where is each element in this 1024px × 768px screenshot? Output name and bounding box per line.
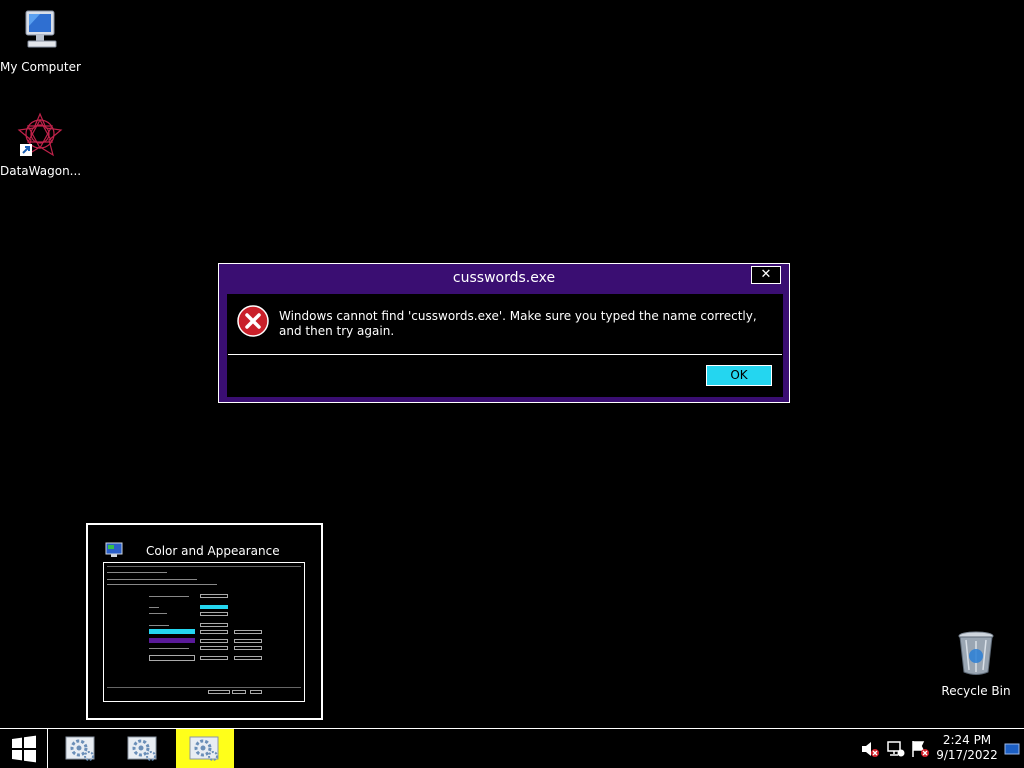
desktop-icon-label: My Computer [0,60,81,74]
dialog-titlebar[interactable]: cusswords.exe ✕ [219,264,789,294]
clock-time: 2:24 PM [942,733,992,747]
dialog-message-area: Windows cannot find 'cusswords.exe'. Mak… [228,295,782,355]
dialog-title: cusswords.exe [452,270,556,286]
desktop-icon-label: DataWagon... [0,164,82,178]
thumbnail-title: Color and Appearance [146,544,280,558]
recycle-bin-icon [958,631,994,675]
color-appearance-icon [105,542,123,557]
computer-icon [25,10,57,48]
desktop-icon-label: Recycle Bin [941,684,1011,698]
dialog-body: Windows cannot find 'cusswords.exe'. Mak… [227,294,783,397]
settings-icon [189,736,219,761]
datawagon-icon [17,112,63,157]
error-icon [237,305,269,337]
taskbar: 2:24 PM 9/17/2022 [0,728,1024,768]
network-icon[interactable] [886,740,906,758]
dialog-message: Windows cannot find 'cusswords.exe'. Mak… [279,309,757,338]
ok-button[interactable]: OK [706,365,772,386]
start-button[interactable] [0,729,48,768]
desktop-icon-datawagon[interactable]: DataWagon... [0,112,82,178]
action-center-flag-icon[interactable] [910,740,930,758]
thumbnail-window-preview [103,562,305,702]
volume-muted-icon[interactable] [860,740,880,758]
windows-logo-icon [12,735,36,763]
taskbar-button-1[interactable] [52,729,110,768]
taskbar-button-3-active[interactable] [176,729,234,768]
close-button[interactable]: ✕ [751,266,781,284]
error-dialog: cusswords.exe ✕ Windows cannot find 'cus… [218,263,790,403]
show-desktop-icon[interactable] [1004,743,1020,755]
desktop-icon-recycle-bin[interactable]: Recycle Bin [936,628,1016,698]
taskbar-thumbnail-preview[interactable]: Color and Appearance [86,523,323,720]
taskbar-button-2[interactable] [114,729,172,768]
settings-icon [65,736,95,761]
settings-icon [127,736,157,761]
system-clock[interactable]: 2:24 PM 9/17/2022 [936,733,998,763]
desktop-icon-my-computer[interactable]: My Computer [0,8,81,74]
clock-date: 9/17/2022 [936,748,998,762]
